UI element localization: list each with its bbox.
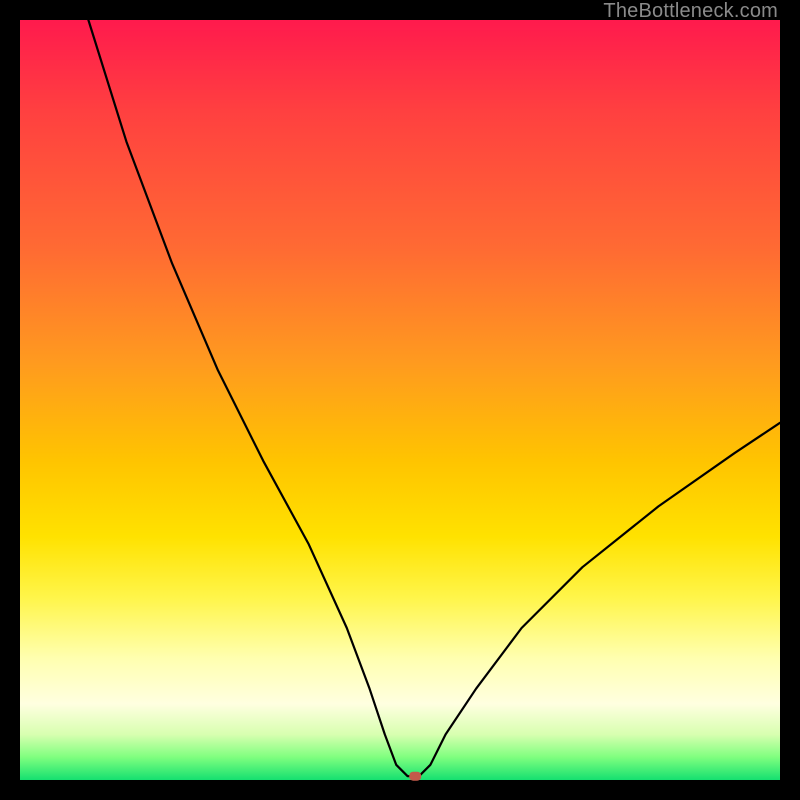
optimum-marker [409,772,421,781]
watermark-text: TheBottleneck.com [603,0,778,23]
plot-area [20,20,780,780]
bottleneck-curve [88,20,780,776]
chart-frame: TheBottleneck.com [0,0,800,800]
curve-layer [20,20,780,780]
